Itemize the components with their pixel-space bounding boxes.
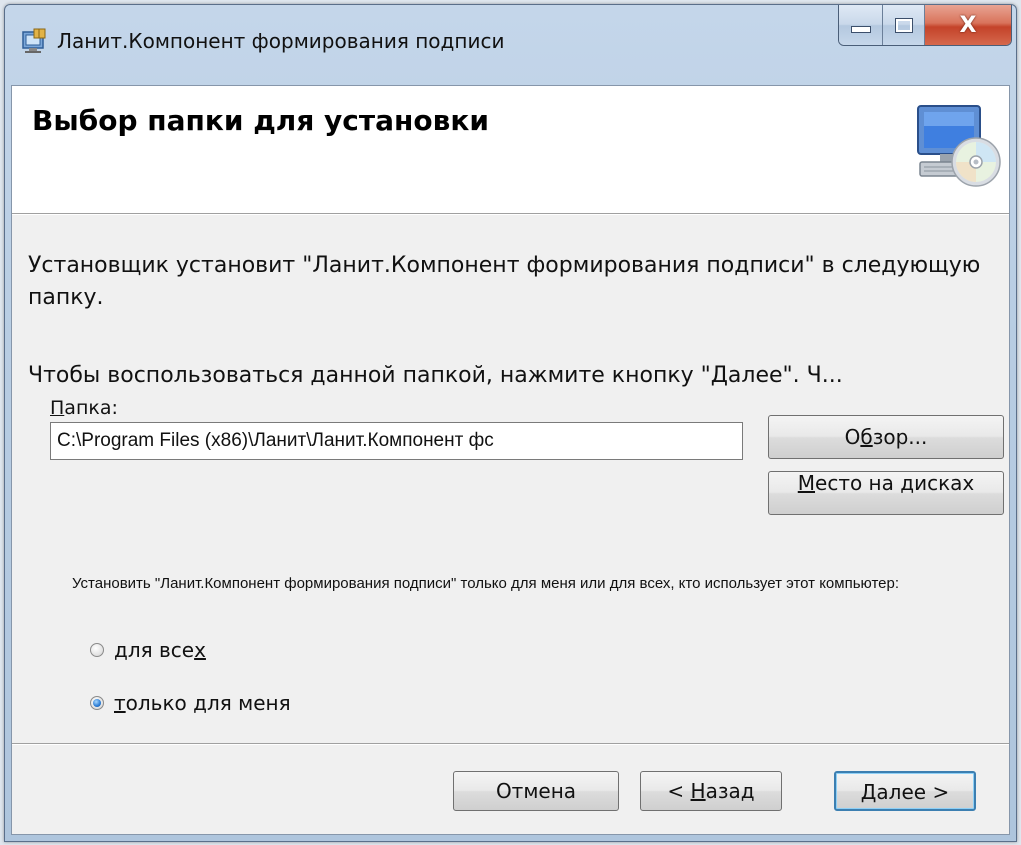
minimize-button[interactable]	[839, 5, 883, 45]
browse-label-post: зор...	[872, 425, 928, 449]
maximize-button[interactable]	[883, 5, 925, 45]
browse-label-key: б	[860, 425, 873, 449]
radio-only-me-label-rest: олько для меня	[125, 691, 291, 715]
header-banner: Выбор папки для установки	[12, 86, 1009, 213]
intro-text: Установщик установит "Ланит.Компонент фо…	[28, 253, 981, 310]
browse-label-pre: О	[844, 425, 861, 449]
folder-path-input[interactable]: C:\Program Files (x86)\Ланит\Ланит.Компо…	[50, 422, 743, 460]
folder-label-rest: апка:	[64, 397, 118, 419]
close-button[interactable]: X	[925, 5, 1011, 45]
dialog-body: Установщик установит "Ланит.Компонент фо…	[12, 215, 1009, 745]
folder-label-key: П	[50, 397, 65, 419]
installer-window: Ланит.Компонент формирования подписи X В…	[4, 4, 1017, 842]
minimize-icon	[850, 26, 871, 33]
back-label-key: Н	[690, 779, 706, 803]
radio-only-me[interactable]: т олько для меня	[90, 691, 291, 715]
next-button[interactable]: Далее >	[834, 771, 976, 811]
radio-everyone-label-pre: для все	[114, 638, 195, 662]
folder-label: Папка:	[50, 397, 118, 419]
browse-button[interactable]: Обзор...	[768, 415, 1004, 459]
radio-everyone-circle[interactable]	[90, 643, 104, 657]
installer-package-icon	[22, 28, 46, 53]
next-label-key: Д	[860, 780, 877, 804]
back-arrow: <	[667, 779, 685, 803]
disk-label-key: М	[797, 471, 816, 495]
close-icon: X	[959, 12, 977, 38]
title-bar[interactable]: Ланит.Компонент формирования подписи X	[5, 5, 1016, 85]
button-bar: Отмена < Назад Далее >	[12, 745, 1009, 834]
instruction-text: Чтобы воспользоваться данной папкой, наж…	[28, 363, 843, 388]
next-label-rest: алее	[876, 780, 927, 804]
cancel-button[interactable]: Отмена	[453, 771, 619, 811]
radio-everyone[interactable]: для все х	[90, 638, 206, 662]
back-label-rest: азад	[705, 779, 755, 803]
back-button[interactable]: < Назад	[640, 771, 782, 811]
disk-label-rest: есто на дисках	[815, 471, 975, 495]
disk-cost-button[interactable]: Место на дисках	[768, 471, 1004, 515]
radio-only-me-label-key: т	[114, 691, 126, 715]
radio-everyone-label-key: х	[194, 638, 206, 662]
window-title: Ланит.Компонент формирования подписи	[57, 29, 505, 53]
caption-buttons: X	[838, 5, 1012, 46]
install-scope-text: Установить "Ланит.Компонент формирования…	[72, 575, 899, 592]
radio-only-me-circle[interactable]	[90, 696, 104, 710]
maximize-icon	[894, 17, 913, 33]
page-title: Выбор папки для установки	[32, 104, 489, 137]
next-arrow: >	[932, 780, 950, 804]
dialog-client-area: Выбор папки для установки Установщик уст…	[11, 85, 1010, 835]
computer-cd-icon	[917, 105, 1001, 187]
